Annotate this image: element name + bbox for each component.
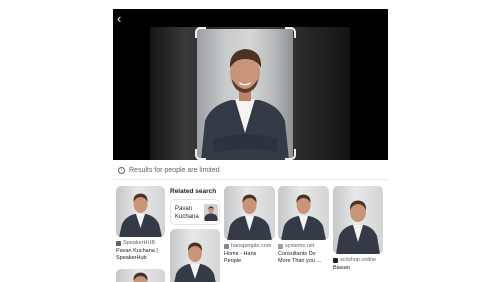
related-search-name: Pavan Kuchana (175, 206, 199, 220)
info-icon: ! (118, 166, 125, 174)
search-image (197, 29, 293, 160)
result-source[interactable]: systemx.net (278, 243, 314, 249)
crop-corner-bottom-right[interactable] (285, 149, 296, 160)
crop-corner-bottom-left[interactable] (195, 149, 206, 160)
result-source[interactable]: hanspeople.com (224, 243, 271, 249)
person-photo (201, 49, 289, 160)
related-search-thumbnail (204, 204, 218, 221)
result-caption[interactable]: Biasan (333, 265, 350, 272)
result-source[interactable]: sciishop.online (333, 257, 376, 263)
result-source[interactable]: SpeakerHUB (116, 240, 155, 246)
result-caption[interactable]: Pavan Kuchana | SpeakerHub (116, 248, 158, 262)
divider (113, 179, 388, 180)
systemx-favicon-icon (278, 243, 283, 249)
results-notice: ! Results for people are limited (118, 164, 220, 176)
sciishop-favicon-icon (333, 257, 338, 263)
result-caption[interactable]: Home - Hans People (224, 251, 256, 265)
back-arrow-icon[interactable]: ‹ (117, 11, 131, 27)
image-viewer: ‹ (113, 9, 388, 160)
result-caption[interactable]: Consultants Do More Than you ... (278, 251, 321, 265)
result-thumbnail[interactable] (278, 186, 329, 240)
crop-corner-top-left[interactable] (195, 27, 206, 38)
speakerhub-favicon-icon (116, 240, 121, 246)
result-thumbnail[interactable] (116, 186, 165, 237)
hanspeople-favicon-icon (224, 243, 229, 249)
result-thumbnail[interactable] (224, 186, 275, 240)
related-search-title: Related search (170, 188, 217, 195)
result-thumbnail[interactable] (170, 229, 220, 282)
result-thumbnail[interactable] (116, 269, 165, 282)
crop-corner-top-right[interactable] (285, 27, 296, 38)
notice-text: Results for people are limited (129, 166, 220, 174)
result-thumbnail[interactable] (333, 186, 383, 254)
related-search-chip[interactable]: Pavan Kuchana (170, 199, 220, 225)
